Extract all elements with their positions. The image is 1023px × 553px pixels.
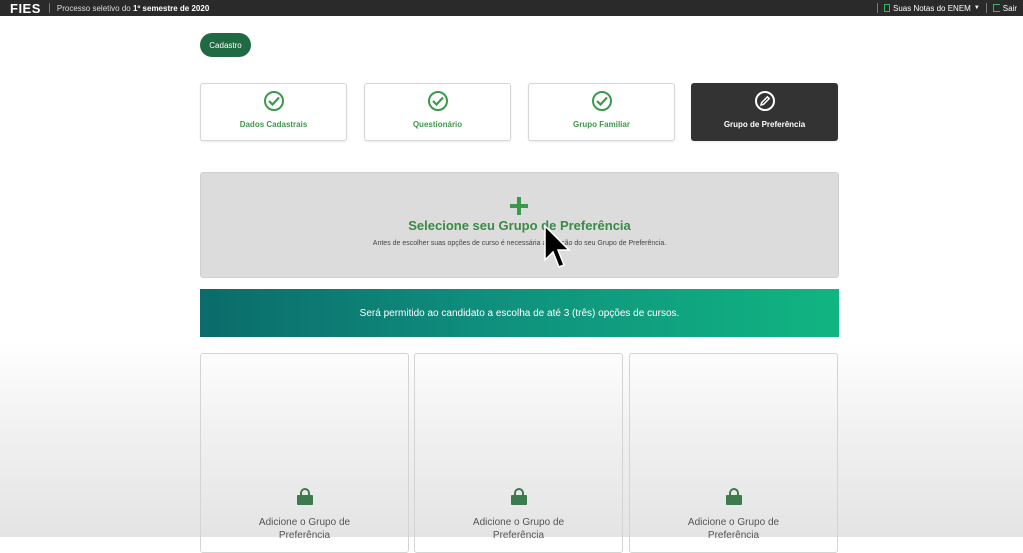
select-group-panel[interactable]: Selecione seu Grupo de Preferência Antes… [200, 172, 839, 278]
info-banner: Será permitido ao candidato a escolha de… [200, 289, 839, 337]
check-circle-icon [427, 91, 448, 111]
subtitle-prefix: Processo seletivo do [56, 3, 133, 13]
enem-scores-dropdown[interactable]: Suas Notas do ENEM ▼ [878, 4, 986, 13]
pencil-circle-icon [754, 91, 775, 111]
subtitle-semester: 1º semestre de 2020 [132, 3, 210, 13]
step-label: Dados Cadastrais [239, 120, 308, 129]
caret-down-icon: ▼ [973, 5, 980, 11]
top-bar-actions: Suas Notas do ENEM ▼ Sair [877, 0, 1023, 16]
lock-icon [511, 488, 527, 505]
process-subtitle: Processo seletivo do 1º semestre de 2020 [57, 4, 209, 13]
step-questionario[interactable]: Questionário [364, 83, 511, 141]
step-grupo-de-preferencia[interactable]: Grupo de Preferência [691, 83, 838, 141]
divider [48, 3, 50, 13]
check-circle-icon [591, 91, 612, 111]
check-circle-icon [263, 91, 284, 111]
mouse-cursor-icon [544, 224, 571, 268]
top-bar: FIES Processo seletivo do 1º semestre de… [0, 0, 1023, 16]
add-group-label: Adicione o Grupo de Preferência [472, 517, 565, 541]
step-label: Grupo de Preferência [723, 120, 806, 129]
lock-body [297, 495, 313, 505]
lock-icon [726, 488, 742, 505]
add-group-label: Adicione o Grupo de Preferência [258, 517, 351, 541]
step-label: Grupo Familiar [573, 120, 630, 129]
step-label: Questionário [412, 120, 463, 129]
course-option-card[interactable]: Adicione o Grupo de Preferência [629, 353, 838, 553]
enem-scores-label: Suas Notas do ENEM [893, 3, 971, 13]
plus-icon [510, 197, 528, 215]
fies-logo[interactable]: FIES [10, 1, 41, 16]
step-dados-cadastrais[interactable]: Dados Cadastrais [200, 83, 347, 141]
select-group-title: Selecione seu Grupo de Preferência [408, 218, 631, 233]
document-icon [884, 4, 890, 12]
course-option-card[interactable]: Adicione o Grupo de Preferência [200, 353, 409, 553]
add-group-label: Adicione o Grupo de Preferência [687, 517, 780, 541]
lock-icon [297, 488, 313, 505]
logout-button[interactable]: Sair [987, 4, 1023, 13]
step-grupo-familiar[interactable]: Grupo Familiar [528, 83, 675, 141]
lock-body [726, 495, 742, 505]
logout-label: Sair [1002, 3, 1017, 13]
exit-icon [992, 4, 1000, 12]
select-group-description: Antes de escolher suas opções de curso é… [372, 240, 667, 247]
cadastro-button[interactable]: Cadastro [200, 33, 251, 57]
lock-body [511, 495, 527, 505]
course-option-card[interactable]: Adicione o Grupo de Preferência [414, 353, 623, 553]
